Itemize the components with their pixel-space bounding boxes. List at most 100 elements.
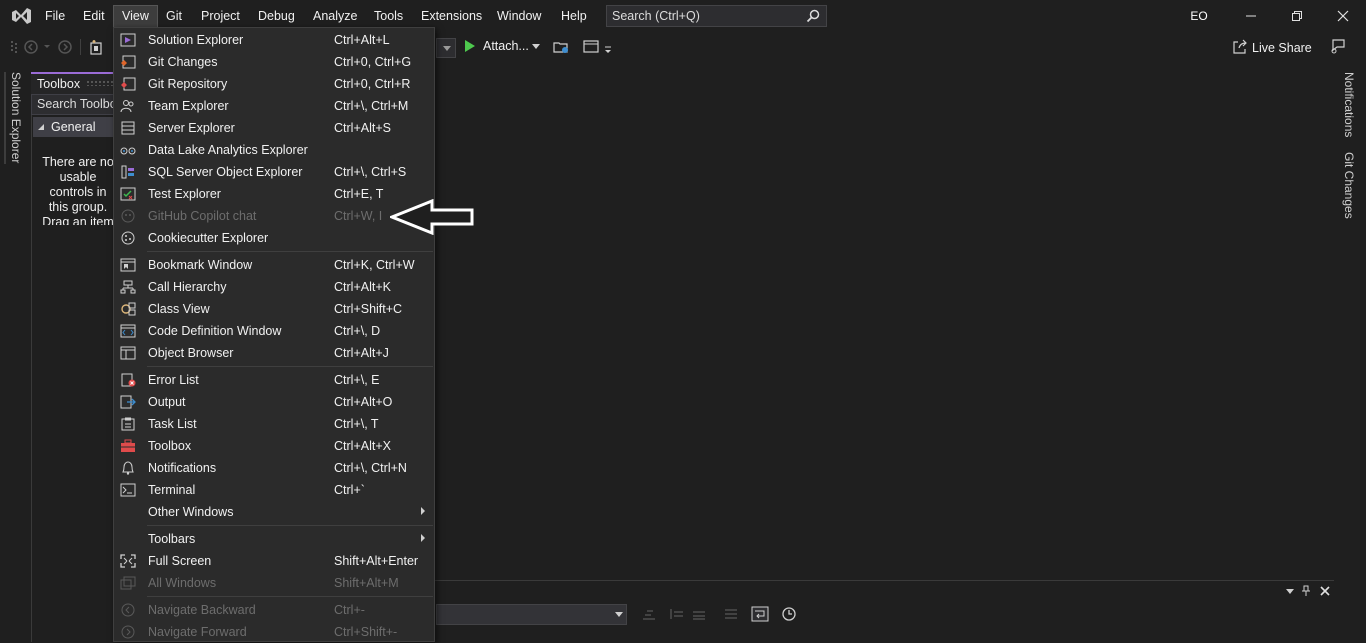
git-repository-icon [121, 77, 136, 91]
close-window-button[interactable] [1320, 0, 1366, 32]
menu-item-toolbars[interactable]: Toolbars [115, 528, 434, 550]
pin-icon[interactable] [1301, 585, 1311, 597]
class-view-icon [121, 302, 136, 316]
back-icon[interactable] [22, 38, 40, 56]
git-changes-tab[interactable]: Git Changes [1342, 152, 1356, 219]
attach-dropdown-icon[interactable] [532, 44, 540, 49]
back-dropdown-icon[interactable] [43, 44, 51, 50]
menu-item-shortcut: Ctrl+\, Ctrl+N [334, 461, 407, 475]
next-message-icon[interactable] [691, 607, 707, 621]
menu-item-git-changes[interactable]: Git Changes Ctrl+0, Ctrl+G [115, 51, 434, 73]
config-dropdown[interactable] [436, 38, 456, 58]
toolbar-overflow-icon[interactable] [604, 46, 612, 54]
menu-item-label: Git Changes [148, 55, 218, 69]
menu-item-shortcut: Ctrl+E, T [334, 187, 384, 201]
menu-item-error-list[interactable]: Error List Ctrl+\, E [115, 369, 434, 391]
search-input[interactable]: Search (Ctrl+Q) [606, 5, 827, 27]
search-icon [806, 9, 820, 23]
menu-item-code-definition-window[interactable]: Code Definition Window Ctrl+\, D [115, 320, 434, 342]
clear-output-icon[interactable] [723, 607, 739, 621]
menu-item-test-explorer[interactable]: Test Explorer Ctrl+E, T [115, 183, 434, 205]
menu-item-full-screen[interactable]: Full Screen Shift+Alt+Enter [115, 550, 434, 572]
menu-item-other-windows[interactable]: Other Windows [115, 501, 434, 523]
menu-item-call-hierarchy[interactable]: Call Hierarchy Ctrl+Alt+K [115, 276, 434, 298]
data-lake-icon [120, 147, 136, 155]
menu-item-task-list[interactable]: Task List Ctrl+\, T [115, 413, 434, 435]
menu-item-shortcut: Ctrl+\, Ctrl+M [334, 99, 409, 113]
menu-file[interactable]: File [37, 5, 73, 27]
toolbox-search-input[interactable]: Search Toolbox [31, 94, 116, 115]
menu-item-sql-server-object-explorer[interactable]: SQL Server Object Explorer Ctrl+\, Ctrl+S [115, 161, 434, 183]
menu-item-shortcut: Ctrl+Alt+K [334, 280, 391, 294]
restore-button[interactable] [1274, 0, 1320, 32]
right-tool-rail [1334, 62, 1366, 642]
menu-separator [147, 525, 433, 526]
solution-explorer-tab[interactable]: Solution Explorer [9, 72, 23, 163]
menu-edit[interactable]: Edit [75, 5, 113, 27]
team-explorer-icon [120, 100, 134, 113]
menu-extensions[interactable]: Extensions [413, 5, 490, 27]
menu-item-toolbox[interactable]: Toolbox Ctrl+Alt+X [115, 435, 434, 457]
profile-badge[interactable]: EO [1186, 7, 1212, 25]
menu-item-cookiecutter-explorer[interactable]: Cookiecutter Explorer [115, 227, 434, 249]
menu-project[interactable]: Project [193, 5, 248, 27]
menu-debug[interactable]: Debug [250, 5, 303, 27]
menu-item-terminal[interactable]: Terminal Ctrl+` [115, 479, 434, 501]
menu-item-object-browser[interactable]: Object Browser Ctrl+Alt+J [115, 342, 434, 364]
toolbox-group-header[interactable]: General [33, 117, 116, 137]
call-hierarchy-icon [120, 280, 136, 294]
menu-item-solution-explorer[interactable]: Solution Explorer Ctrl+Alt+L [115, 29, 434, 51]
live-share-button[interactable]: Live Share [1232, 38, 1312, 58]
output-source-dropdown[interactable] [436, 604, 627, 625]
forward-icon[interactable] [56, 38, 74, 56]
menu-item-label: Bookmark Window [148, 258, 253, 272]
bell-icon [122, 461, 134, 475]
menu-item-bookmark-window[interactable]: Bookmark Window Ctrl+K, Ctrl+W [115, 254, 434, 276]
chevron-down-icon [615, 612, 623, 617]
menu-item-label: Toolbars [148, 532, 196, 546]
clear-all-icon[interactable] [641, 607, 657, 621]
menu-separator [147, 596, 433, 597]
new-project-icon[interactable] [88, 38, 106, 56]
menu-item-data-lake-analytics-explorer[interactable]: Data Lake Analytics Explorer [115, 139, 434, 161]
menu-item-server-explorer[interactable]: Server Explorer Ctrl+Alt+S [115, 117, 434, 139]
attach-label: Attach... [483, 39, 529, 53]
notifications-tab[interactable]: Notifications [1342, 72, 1356, 137]
menu-item-label: Data Lake Analytics Explorer [148, 143, 308, 157]
clock-icon[interactable] [781, 606, 797, 622]
menu-git[interactable]: Git [158, 5, 190, 27]
solution-explorer-icon [120, 33, 136, 47]
menu-help[interactable]: Help [553, 5, 595, 27]
menu-item-shortcut: Ctrl+\, T [334, 417, 379, 431]
task-list-icon [121, 417, 135, 431]
full-screen-icon [120, 554, 136, 568]
menu-item-git-repository[interactable]: Git Repository Ctrl+0, Ctrl+R [115, 73, 434, 95]
folder-icon[interactable] [552, 38, 570, 56]
minimize-button[interactable] [1228, 0, 1274, 32]
menu-analyze[interactable]: Analyze [305, 5, 365, 27]
restore-icon [1292, 11, 1302, 21]
output-icon [120, 395, 136, 409]
menu-window[interactable]: Window [489, 5, 549, 27]
menu-view[interactable]: View [113, 5, 158, 27]
pane-menu-icon[interactable] [1285, 587, 1295, 595]
menu-item-output[interactable]: Output Ctrl+Alt+O [115, 391, 434, 413]
menu-item-label: Object Browser [148, 346, 234, 360]
menu-item-team-explorer[interactable]: Team Explorer Ctrl+\, Ctrl+M [115, 95, 434, 117]
toolbox-drag-grip[interactable] [86, 80, 114, 86]
menu-item-shortcut: Ctrl+Shift+C [334, 302, 403, 316]
feedback-icon[interactable] [1330, 38, 1346, 54]
menu-item-shortcut: Ctrl+\, D [334, 324, 381, 338]
menu-tools[interactable]: Tools [366, 5, 411, 27]
menu-item-label: Other Windows [148, 505, 234, 519]
close-pane-icon[interactable] [1319, 585, 1331, 597]
live-share-label: Live Share [1252, 41, 1312, 55]
menu-item-class-view[interactable]: Class View Ctrl+Shift+C [115, 298, 434, 320]
menu-item-notifications[interactable]: Notifications Ctrl+\, Ctrl+N [115, 457, 434, 479]
submenu-arrow-icon [421, 534, 425, 542]
window-layout-icon[interactable] [582, 38, 600, 56]
prev-message-icon[interactable] [669, 607, 685, 621]
word-wrap-icon[interactable] [751, 606, 769, 622]
attach-button[interactable]: Attach... [463, 36, 529, 56]
cookiecutter-icon [121, 231, 135, 245]
